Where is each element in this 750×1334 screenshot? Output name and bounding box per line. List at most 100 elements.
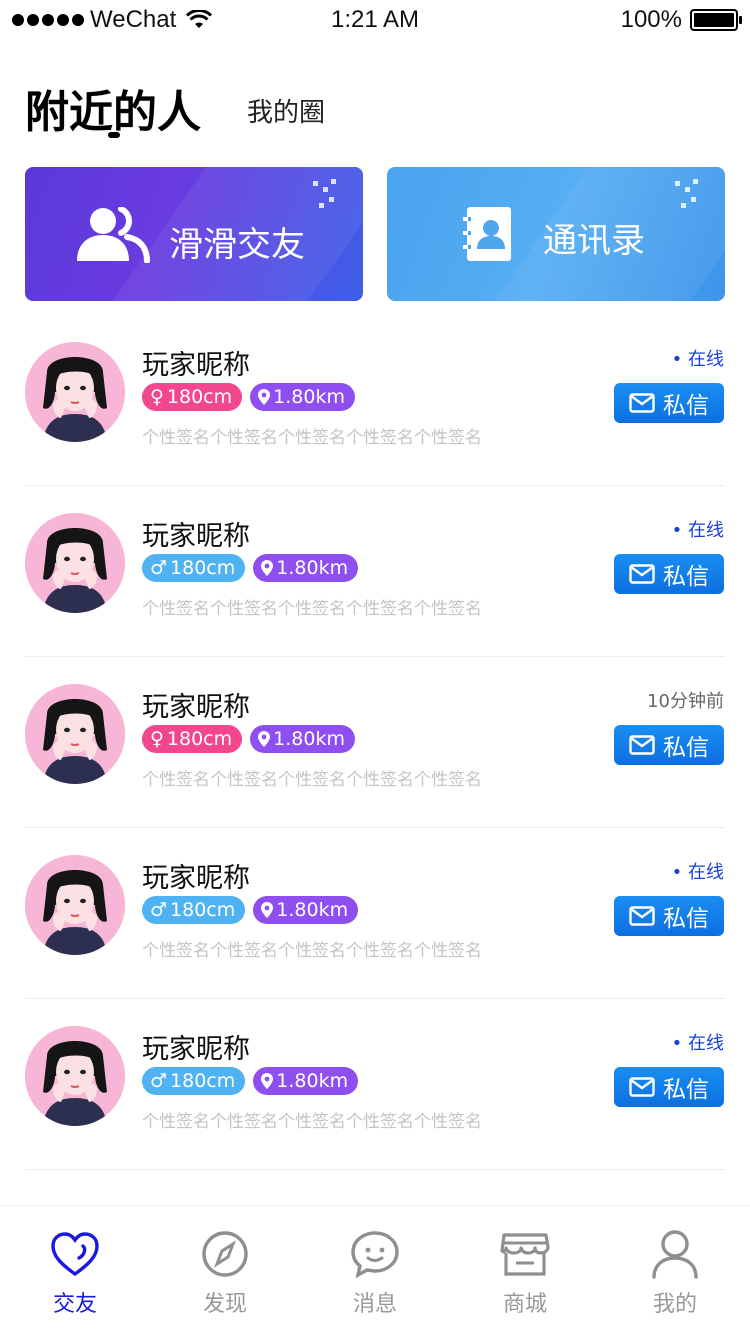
- user-list-item[interactable]: 玩家昵称 ♂ 180cm 1.80km 个性签名个性签名个性签名个性签名个性签名…: [0, 999, 750, 1170]
- height-value: 180cm: [170, 557, 236, 579]
- distance-value: 1.80km: [276, 557, 349, 579]
- store-icon: [499, 1228, 551, 1280]
- avatar[interactable]: [25, 513, 125, 613]
- private-message-button[interactable]: 私信: [614, 896, 724, 936]
- private-message-label: 私信: [663, 906, 709, 932]
- location-pin-icon: [261, 902, 274, 918]
- swipe-match-label: 滑滑交友: [169, 225, 305, 265]
- nav-tab-discover[interactable]: 发现: [150, 1206, 300, 1334]
- height-tag: ♀ 180cm: [142, 383, 243, 411]
- private-message-button[interactable]: 私信: [614, 554, 724, 594]
- tab-nearby-people[interactable]: 附近的人: [25, 76, 201, 140]
- nav-label: 我的: [652, 1292, 697, 1317]
- nav-label: 发现: [202, 1292, 247, 1317]
- user-tags: ♂ 180cm 1.80km: [142, 896, 359, 924]
- user-tags: ♀ 180cm 1.80km: [142, 725, 355, 753]
- height-tag: ♂ 180cm: [142, 896, 246, 924]
- divider: [25, 1169, 725, 1170]
- private-message-label: 私信: [663, 735, 709, 761]
- envelope-icon: [629, 564, 655, 584]
- private-message-label: 私信: [663, 1077, 709, 1103]
- male-symbol-icon: ♂: [150, 1070, 168, 1092]
- avatar[interactable]: [25, 855, 125, 955]
- user-nickname: 玩家昵称: [142, 692, 250, 723]
- distance-value: 1.80km: [273, 728, 345, 750]
- distance-tag: 1.80km: [250, 383, 355, 411]
- user-list-item[interactable]: 玩家昵称 ♂ 180cm 1.80km 个性签名个性签名个性签名个性签名个性签名…: [0, 486, 750, 657]
- nav-tab-me[interactable]: 我的: [600, 1206, 750, 1334]
- user-tags: ♂ 180cm 1.80km: [142, 1067, 359, 1095]
- status-bar: WeChat 1:21 AM 100%: [0, 0, 750, 40]
- users-icon: [77, 207, 150, 263]
- online-status: • 在线: [671, 349, 724, 370]
- user-signature: 个性签名个性签名个性签名个性签名个性签名: [142, 428, 482, 448]
- private-message-button[interactable]: 私信: [614, 1067, 724, 1107]
- decoration-dots: [309, 177, 349, 217]
- avatar[interactable]: [25, 684, 125, 784]
- active-tab-indicator: [108, 132, 120, 138]
- nav-label: 消息: [352, 1292, 397, 1317]
- private-message-button[interactable]: 私信: [614, 383, 724, 423]
- nav-tab-make-friends[interactable]: 交友: [0, 1206, 150, 1334]
- distance-tag: 1.80km: [250, 725, 355, 753]
- nav-label: 商城: [502, 1292, 547, 1317]
- private-message-label: 私信: [663, 393, 709, 419]
- distance-tag: 1.80km: [253, 554, 359, 582]
- male-symbol-icon: ♂: [150, 899, 168, 921]
- user-nickname: 玩家昵称: [142, 863, 250, 894]
- nav-tab-messages[interactable]: 消息: [300, 1206, 450, 1334]
- user-signature: 个性签名个性签名个性签名个性签名个性签名: [142, 941, 482, 961]
- tab-my-circle[interactable]: 我的圈: [247, 92, 325, 129]
- distance-value: 1.80km: [276, 899, 349, 921]
- location-pin-icon: [261, 1073, 274, 1089]
- user-list-item[interactable]: 玩家昵称 ♂ 180cm 1.80km 个性签名个性签名个性签名个性签名个性签名…: [0, 828, 750, 999]
- online-status: • 在线: [671, 1033, 724, 1054]
- swipe-match-card[interactable]: 滑滑交友: [25, 167, 363, 301]
- private-message-label: 私信: [663, 564, 709, 590]
- user-nickname: 玩家昵称: [142, 521, 250, 552]
- online-status: • 在线: [671, 520, 724, 541]
- heart-icon: [49, 1228, 101, 1280]
- envelope-icon: [629, 735, 655, 755]
- contacts-label: 通讯录: [543, 221, 645, 261]
- height-tag: ♂ 180cm: [142, 554, 246, 582]
- decoration-dots: [671, 177, 711, 217]
- distance-tag: 1.80km: [253, 896, 359, 924]
- distance-value: 1.80km: [273, 386, 345, 408]
- battery-icon: [690, 9, 742, 31]
- female-symbol-icon: ♀: [150, 728, 164, 750]
- male-symbol-icon: ♂: [150, 557, 168, 579]
- status-bar-right: 100%: [620, 6, 742, 34]
- distance-tag: 1.80km: [253, 1067, 359, 1095]
- avatar[interactable]: [25, 342, 125, 442]
- height-value: 180cm: [170, 899, 236, 921]
- female-symbol-icon: ♀: [150, 386, 164, 408]
- avatar-image: [25, 855, 125, 955]
- user-list-item[interactable]: 玩家昵称 ♀ 180cm 1.80km 个性签名个性签名个性签名个性签名个性签名…: [0, 315, 750, 486]
- height-tag: ♀ 180cm: [142, 725, 243, 753]
- avatar-image: [25, 342, 125, 442]
- envelope-icon: [629, 1077, 655, 1097]
- avatar-image: [25, 513, 125, 613]
- user-signature: 个性签名个性签名个性签名个性签名个性签名: [142, 770, 482, 790]
- distance-value: 1.80km: [276, 1070, 349, 1092]
- location-pin-icon: [261, 560, 274, 576]
- contacts-card[interactable]: 通讯录: [387, 167, 725, 301]
- compass-icon: [199, 1228, 251, 1280]
- user-signature: 个性签名个性签名个性签名个性签名个性签名: [142, 599, 482, 619]
- nav-tab-store[interactable]: 商城: [450, 1206, 600, 1334]
- user-list-item[interactable]: 玩家昵称 ♀ 180cm 1.80km 个性签名个性签名个性签名个性签名个性签名…: [0, 657, 750, 828]
- bottom-tab-bar: 交友 发现 消息 商城 我的: [0, 1205, 750, 1334]
- battery-percentage: 100%: [620, 6, 682, 33]
- address-book-icon: [463, 207, 511, 261]
- height-value: 180cm: [166, 386, 233, 408]
- avatar[interactable]: [25, 1026, 125, 1126]
- user-tags: ♂ 180cm 1.80km: [142, 554, 359, 582]
- location-pin-icon: [258, 389, 271, 405]
- person-icon: [649, 1228, 701, 1280]
- private-message-button[interactable]: 私信: [614, 725, 724, 765]
- envelope-icon: [629, 393, 655, 413]
- chat-bubble-icon: [349, 1228, 401, 1280]
- online-status: 10分钟前: [647, 691, 724, 712]
- online-status: • 在线: [671, 862, 724, 883]
